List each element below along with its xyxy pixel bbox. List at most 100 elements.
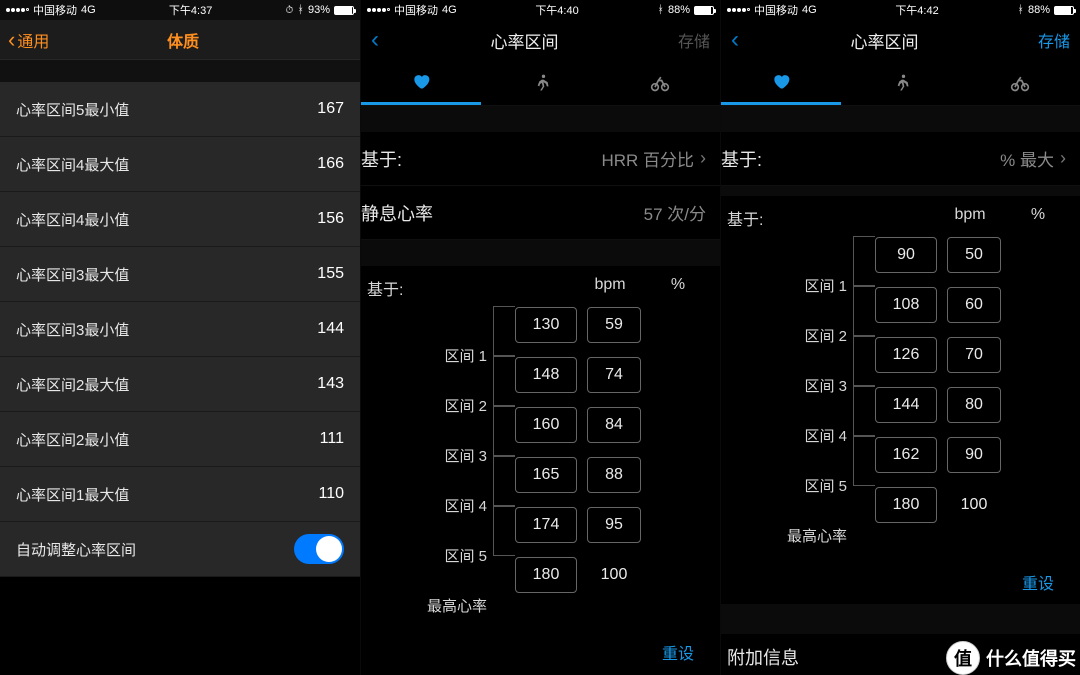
network-label: 4G (442, 4, 457, 16)
zone-pct-input[interactable]: 74 (587, 357, 641, 393)
navbar: ‹ 心率区间 存储 (361, 20, 720, 60)
tab-run[interactable] (481, 60, 601, 105)
resting-label: 静息心率 (361, 200, 433, 226)
toggle-label: 自动调整心率区间 (16, 539, 136, 560)
save-button[interactable]: 存储 (1030, 28, 1070, 52)
row-value: 144 (317, 320, 344, 338)
tab-bike[interactable] (960, 60, 1080, 105)
list-row[interactable]: 心率区间2最大值143 (0, 357, 360, 412)
watermark-text: 什么值得买 (986, 645, 1076, 671)
tab-heart[interactable] (361, 60, 481, 105)
page-title: 心率区间 (739, 28, 1030, 53)
row-value: 111 (320, 430, 344, 448)
zone-label: 区间 5 (804, 460, 853, 510)
zone-pct-input[interactable]: 90 (947, 437, 1001, 473)
tab-run[interactable] (841, 60, 961, 105)
watermark-badge: 值 (946, 641, 980, 675)
auto-adjust-toggle[interactable] (294, 534, 344, 564)
zone-bpm-input[interactable]: 180 (875, 487, 937, 523)
zone-header-pct: % (646, 276, 710, 300)
zone-labels: 区间 1 区间 2 区间 3 区间 4 区间 5 最高心率 (361, 300, 493, 630)
zone-label: 区间 1 (804, 260, 853, 310)
zone-bpm-input[interactable]: 90 (875, 237, 937, 273)
zone-pct-input[interactable]: 88 (587, 457, 641, 493)
status-bar: 中国移动 4G 下午4:42 ᚼ 88% (721, 0, 1080, 20)
list-row[interactable]: 心率区间4最大值166 (0, 137, 360, 192)
zone-bpm-input[interactable]: 180 (515, 557, 577, 593)
zone-brackets (493, 300, 515, 556)
zone-bpm-input[interactable]: 108 (875, 287, 937, 323)
signal-dots-icon (6, 8, 29, 12)
zone-pct-input[interactable]: 59 (587, 307, 641, 343)
zone-pct-input[interactable]: 84 (587, 407, 641, 443)
zone-label: 区间 5 (444, 530, 493, 580)
page-title: 心率区间 (379, 28, 670, 53)
activity-tabs (361, 60, 720, 106)
zone-bpm-input[interactable]: 144 (875, 387, 937, 423)
zone-bpm-input[interactable]: 174 (515, 507, 577, 543)
zone-header-label: 基于: (361, 276, 481, 300)
battery-pct: 93% (308, 4, 330, 16)
zone-label: 区间 2 (804, 310, 853, 360)
navbar: ‹ 通用 体质 (0, 20, 360, 60)
watermark: 值 什么值得买 (946, 641, 1076, 675)
row-label: 心率区间1最大值 (16, 484, 129, 505)
list-row[interactable]: 心率区间5最小值167 (0, 82, 360, 137)
resting-hr-row[interactable]: 静息心率 57 次/分 (361, 186, 720, 240)
zone-bpm-input[interactable]: 126 (875, 337, 937, 373)
auto-adjust-toggle-row: 自动调整心率区间 (0, 522, 360, 577)
row-value: 156 (317, 210, 344, 228)
zone-bpm-input[interactable]: 160 (515, 407, 577, 443)
list-row[interactable]: 心率区间3最大值 155 (0, 247, 360, 302)
based-on-row[interactable]: 基于: % 最大› (721, 132, 1080, 186)
zone-pct-input[interactable]: 80 (947, 387, 1001, 423)
battery-icon (694, 6, 714, 15)
row-label: 心率区间4最大值 (16, 154, 129, 175)
bluetooth-icon: ᚼ (297, 4, 304, 16)
screen-2: 中国移动 4G 下午4:40 ᚼ 88% ‹ 心率区间 存储 基于: HRR 百… (360, 0, 720, 675)
list-row[interactable]: 心率区间1最大值110 (0, 467, 360, 522)
run-icon (531, 73, 551, 93)
zone-bpm-input[interactable]: 130 (515, 307, 577, 343)
zone-block: 基于: bpm % 区间 1 区间 2 区间 3 区间 4 区间 5 最高心率 … (721, 196, 1080, 604)
back-button[interactable]: ‹ (371, 26, 379, 54)
zone-header: 基于: bpm % (361, 276, 710, 300)
reset-button[interactable]: 重设 (721, 560, 1070, 598)
tab-heart[interactable] (721, 60, 841, 105)
zone-label-max: 最高心率 (427, 580, 493, 630)
based-on-row[interactable]: 基于: HRR 百分比› (361, 132, 720, 186)
tab-bike[interactable] (600, 60, 720, 105)
navbar: ‹ 心率区间 存储 (721, 20, 1080, 60)
zone-bpm-input[interactable]: 148 (515, 357, 577, 393)
list-row[interactable]: 心率区间3最小值144 (0, 302, 360, 357)
save-button[interactable]: 存储 (670, 28, 710, 52)
battery-pct: 88% (1028, 4, 1050, 16)
carrier-label: 中国移动 (33, 2, 77, 18)
network-label: 4G (81, 4, 96, 16)
bike-icon (1010, 73, 1030, 93)
zone-pct-input[interactable]: 50 (947, 237, 1001, 273)
zone-pct-input[interactable]: 60 (947, 287, 1001, 323)
reset-button[interactable]: 重设 (361, 630, 710, 668)
back-button[interactable]: ‹ (731, 26, 739, 54)
zone-pct-input[interactable]: 70 (947, 337, 1001, 373)
row-label: 心率区间5最小值 (16, 99, 129, 120)
status-bar: 中国移动 4G 下午4:40 ᚼ 88% (361, 0, 720, 20)
battery-pct: 88% (668, 4, 690, 16)
zone-pct-value: 100 (947, 496, 1001, 514)
zone-bpm-input[interactable]: 165 (515, 457, 577, 493)
based-on-value: HRR 百分比 (601, 146, 694, 171)
carrier-label: 中国移动 (394, 2, 438, 18)
bike-icon (650, 73, 670, 93)
page-title: 体质 (14, 28, 352, 52)
list-row[interactable]: 心率区间4最小值156 (0, 192, 360, 247)
heart-icon (771, 71, 791, 91)
zone-bpm-input[interactable]: 162 (875, 437, 937, 473)
row-label: 心率区间3最大值 (16, 264, 129, 285)
bluetooth-icon: ᚼ (1017, 4, 1024, 16)
zone-pct-input[interactable]: 95 (587, 507, 641, 543)
network-label: 4G (802, 4, 817, 16)
list-row[interactable]: 心率区间2最小值111 (0, 412, 360, 467)
based-on-label: 基于: (361, 146, 402, 172)
row-value: 155 (317, 265, 344, 283)
